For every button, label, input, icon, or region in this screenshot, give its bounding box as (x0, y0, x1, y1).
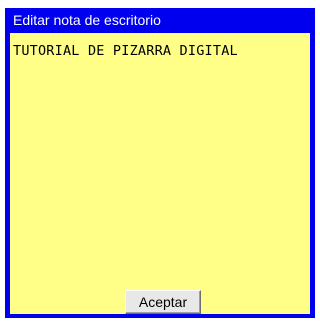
note-text-field[interactable]: TUTORIAL DE PIZARRA DIGITAL (10, 33, 310, 273)
edit-note-dialog: Editar nota de escritorio TUTORIAL DE PI… (5, 8, 315, 318)
note-area: TUTORIAL DE PIZARRA DIGITAL Aceptar (10, 33, 310, 314)
dialog-title: Editar nota de escritorio (13, 12, 161, 28)
accept-button[interactable]: Aceptar (125, 290, 201, 314)
